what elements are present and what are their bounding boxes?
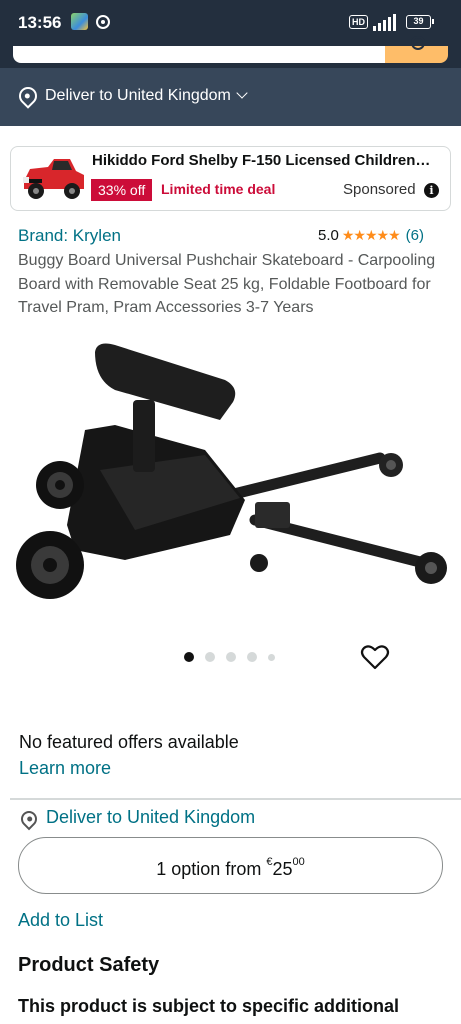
delivery-location-label: Deliver to United Kingdom xyxy=(45,87,248,105)
learn-more-link[interactable]: Learn more xyxy=(19,758,111,779)
product-safety-text: This product is subject to specific addi… xyxy=(18,996,400,1016)
rating-value: 5.0 xyxy=(318,227,339,244)
search-input[interactable] xyxy=(13,46,385,63)
price-currency: € xyxy=(266,856,273,868)
price-whole: 25 xyxy=(272,859,293,879)
carousel-dot[interactable] xyxy=(247,652,257,662)
discount-badge: 33% off xyxy=(91,179,153,201)
status-time: 13:56 xyxy=(18,13,62,32)
carousel-dot[interactable] xyxy=(226,652,236,662)
battery-icon: 39 xyxy=(406,15,434,29)
network-type: HD xyxy=(349,15,368,29)
chat-notification-icon xyxy=(96,15,110,29)
option-prefix: 1 option from xyxy=(156,859,267,879)
chevron-down-icon xyxy=(236,87,248,99)
status-bar: 13:56 HD 39 xyxy=(0,0,461,46)
sponsored-ad[interactable]: Hikiddo Ford Shelby F-150 Licensed Child… xyxy=(10,146,451,211)
info-icon[interactable]: i xyxy=(424,183,439,198)
product-image[interactable] xyxy=(5,340,455,605)
ad-product-image xyxy=(23,159,84,199)
delivery-location-text: Deliver to United Kingdom xyxy=(46,807,256,827)
add-to-list-link[interactable]: Add to List xyxy=(18,910,103,931)
carousel-dot[interactable] xyxy=(184,652,194,662)
app-notification-icon xyxy=(71,13,88,30)
see-options-button[interactable]: 1 option from €2500 xyxy=(18,837,443,894)
price-fraction: 00 xyxy=(292,856,305,868)
image-carousel-indicator xyxy=(184,651,284,663)
ad-title[interactable]: Hikiddo Ford Shelby F-150 Licensed Child… xyxy=(92,152,432,169)
product-safety-heading: Product Safety xyxy=(18,954,160,976)
delivery-location-bar[interactable]: Deliver to United Kingdom xyxy=(0,68,461,126)
carousel-dot[interactable] xyxy=(205,652,215,662)
section-divider xyxy=(10,798,461,800)
sponsored-label: Sponsored xyxy=(343,181,416,198)
search-button[interactable] xyxy=(385,36,448,63)
search-icon xyxy=(411,36,425,50)
location-pin-icon xyxy=(15,83,41,109)
location-pin-icon xyxy=(17,807,41,831)
rating-count[interactable]: (6) xyxy=(406,227,424,244)
delivery-location-text: Deliver to United Kingdom xyxy=(45,87,231,104)
brand-link[interactable]: Brand: Krylen xyxy=(18,226,121,246)
product-title: Buggy Board Universal Pushchair Skateboa… xyxy=(18,252,436,316)
deal-label: Limited time deal xyxy=(161,181,276,197)
rating[interactable]: 5.0 ★★★★★ (6) xyxy=(318,227,424,244)
heart-icon[interactable] xyxy=(360,642,390,672)
carousel-dot[interactable] xyxy=(268,654,275,661)
no-offers-text: No featured offers available xyxy=(19,732,239,752)
search-bar xyxy=(0,36,461,68)
signal-icon xyxy=(371,13,401,31)
rating-stars-icon: ★★★★★ xyxy=(341,227,401,244)
